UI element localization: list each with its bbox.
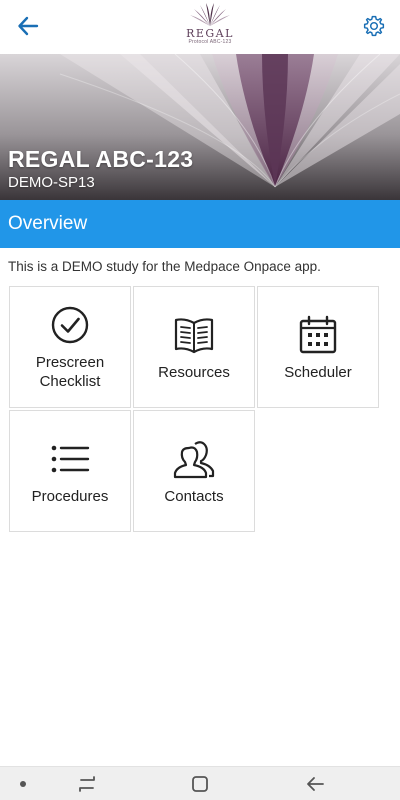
home-icon: [192, 776, 208, 792]
tile-scheduler[interactable]: Scheduler: [257, 286, 379, 408]
tile-contacts[interactable]: Contacts: [133, 410, 255, 532]
tile-prescreen-checklist[interactable]: Prescreen Checklist: [9, 286, 131, 408]
tile-resources[interactable]: Resources: [133, 286, 255, 408]
list-icon: [51, 445, 90, 472]
nav-home-button[interactable]: [185, 773, 215, 795]
settings-button[interactable]: [360, 12, 388, 40]
study-hero-banner: REGAL ABC-123 DEMO-SP13: [0, 54, 400, 200]
study-description: This is a DEMO study for the Medpace Onp…: [8, 259, 321, 274]
site-code: DEMO-SP13: [8, 174, 95, 191]
nav-dot-button[interactable]: [8, 773, 38, 795]
regal-logo: REGAL Protocol ABC-123: [182, 3, 238, 51]
check-circle-icon: [51, 306, 89, 344]
tile-label: Scheduler: [284, 363, 352, 381]
study-title: REGAL ABC-123: [8, 146, 194, 172]
system-navigation-bar: [0, 766, 400, 800]
lotus-logo-mark: [190, 3, 230, 26]
logo-subtitle: Protocol ABC-123: [188, 39, 232, 45]
app-header: REGAL Protocol ABC-123: [0, 0, 400, 54]
tile-label: Prescreen Checklist: [35, 354, 105, 390]
back-icon: [307, 777, 324, 791]
nav-recents-button[interactable]: [72, 773, 102, 795]
recents-icon: [79, 776, 95, 792]
arrow-left-icon: [18, 16, 39, 36]
calendar-icon: [299, 315, 337, 353]
section-header-overview: Overview: [0, 200, 400, 248]
logo-wordmark: REGAL: [186, 27, 234, 40]
tile-label: Contacts: [164, 487, 224, 505]
dot-icon: [20, 781, 26, 787]
tile-procedures[interactable]: Procedures: [9, 410, 131, 532]
nav-back-button[interactable]: [300, 773, 330, 795]
tile-label: Procedures: [31, 487, 109, 505]
book-icon: [174, 317, 214, 353]
tile-label: Resources: [158, 363, 230, 381]
back-button[interactable]: [14, 12, 42, 40]
gear-icon: [363, 15, 385, 37]
users-icon: [173, 440, 215, 478]
